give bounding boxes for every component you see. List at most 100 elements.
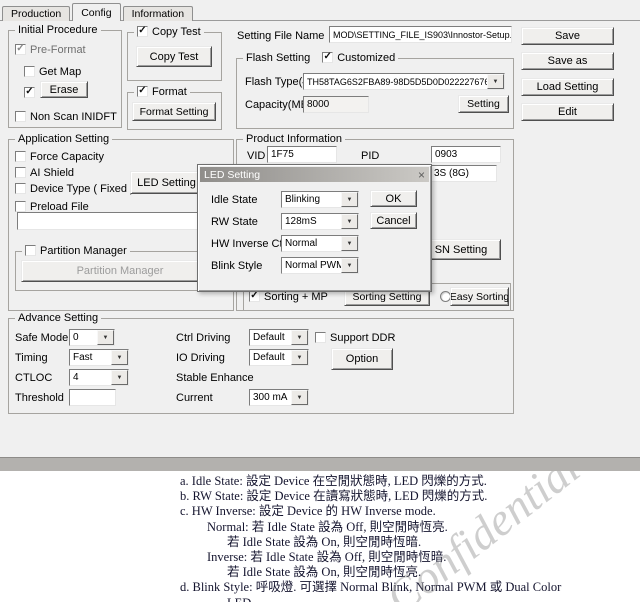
- flash-type-select[interactable]: TH58TAG6S2FBA89-98D5D5D0D022227676D5D5 ▼: [303, 73, 505, 90]
- ctrl-driving-label: Ctrl Driving: [176, 332, 231, 344]
- ctloc-select[interactable]: 4 ▼: [69, 369, 129, 386]
- chevron-down-icon[interactable]: ▼: [341, 258, 358, 273]
- check-icon: ✓: [16, 43, 25, 54]
- setting-file-name-label: Setting File Name: [237, 30, 325, 42]
- erase-button[interactable]: Erase: [40, 81, 88, 98]
- led-dialog-titlebar[interactable]: LED Setting ×: [200, 167, 429, 182]
- support-ddr-checkbox[interactable]: Support DDR: [315, 331, 395, 344]
- io-driving-value: Default: [253, 352, 285, 363]
- chevron-down-icon[interactable]: ▼: [341, 236, 358, 251]
- preload-file-field[interactable]: [17, 212, 225, 230]
- chevron-down-icon[interactable]: ▼: [487, 74, 504, 89]
- timing-value: Fast: [73, 352, 93, 363]
- rw-state-label: RW State: [211, 216, 258, 228]
- copy-test-label: Copy Test: [152, 25, 201, 38]
- partition-manager-button[interactable]: Partition Manager: [21, 260, 219, 282]
- check-icon: ✓: [138, 85, 147, 96]
- led-setting-button[interactable]: LED Setting: [130, 171, 203, 194]
- threshold-field[interactable]: [69, 389, 116, 406]
- chevron-down-icon[interactable]: ▼: [111, 350, 128, 365]
- blink-style-select[interactable]: Normal PWM ▼: [281, 257, 359, 274]
- copy-test-checkbox[interactable]: ✓ Copy Test: [137, 25, 201, 38]
- chevron-down-icon[interactable]: ▼: [97, 330, 114, 345]
- screenshot-root: Production Config Information Initial Pr…: [0, 0, 640, 602]
- checkbox-box: ✓: [249, 291, 260, 302]
- get-map-checkbox[interactable]: Get Map: [24, 65, 81, 78]
- safe-mode-select[interactable]: 0 ▼: [69, 329, 115, 346]
- option-button[interactable]: Option: [331, 348, 393, 370]
- capacity-label: Capacity(MB): [245, 99, 312, 111]
- doc-line: d. Blink Style: 呼吸燈. 可選擇 Normal Blink, N…: [180, 580, 562, 595]
- ai-shield-checkbox[interactable]: AI Shield: [15, 166, 74, 179]
- edit-button[interactable]: Edit: [521, 103, 614, 121]
- checkbox-box: [24, 66, 35, 77]
- window-bottom-band: [0, 457, 640, 471]
- safe-mode-label: Safe Mode: [15, 332, 69, 344]
- io-driving-select[interactable]: Default ▼: [249, 349, 309, 366]
- current-value: 300 mA: [253, 392, 288, 403]
- cancel-button[interactable]: Cancel: [370, 212, 417, 229]
- ok-button[interactable]: OK: [370, 190, 417, 207]
- format-setting-button[interactable]: Format Setting: [132, 102, 216, 121]
- pre-format-checkbox[interactable]: ✓ Pre-Format: [15, 43, 86, 56]
- tab-information[interactable]: Information: [122, 6, 194, 21]
- checkbox-box: ✓: [15, 44, 26, 55]
- capacity-field[interactable]: 8000: [303, 96, 369, 113]
- partition-manager-label: Partition Manager: [40, 244, 127, 257]
- ctrl-driving-select[interactable]: Default ▼: [249, 329, 309, 346]
- checkbox-box: [15, 167, 26, 178]
- timing-select[interactable]: Fast ▼: [69, 349, 129, 366]
- idle-state-value: Blinking: [285, 194, 321, 205]
- chevron-down-icon[interactable]: ▼: [111, 370, 128, 385]
- advance-setting-title: Advance Setting: [15, 312, 102, 324]
- checkbox-box: ✓: [137, 26, 148, 37]
- config-window: Production Config Information Initial Pr…: [0, 0, 640, 457]
- tab-production[interactable]: Production: [2, 6, 71, 21]
- vid-label: VID: [247, 150, 266, 162]
- instructions-document: a. Idle State: 設定 Device 在空閒狀態時, LED 閃爍的…: [0, 471, 640, 602]
- rw-state-select[interactable]: 128mS ▼: [281, 213, 359, 230]
- chevron-down-icon[interactable]: ▼: [341, 192, 358, 207]
- chevron-down-icon[interactable]: ▼: [291, 350, 308, 365]
- chevron-down-icon[interactable]: ▼: [341, 214, 358, 229]
- customized-checkbox[interactable]: ✓ Customized: [322, 51, 395, 64]
- flash-setting-button[interactable]: Setting: [458, 95, 509, 113]
- checkbox-box: [315, 332, 326, 343]
- copy-test-button[interactable]: Copy Test: [136, 46, 212, 67]
- non-scan-inidft-label: Non Scan INIDFT: [30, 110, 117, 123]
- support-ddr-label: Support DDR: [330, 331, 396, 344]
- ctloc-label: CTLOC: [15, 372, 53, 384]
- sn-setting-button[interactable]: SN Setting: [421, 239, 501, 260]
- pid-field[interactable]: 0903: [431, 146, 501, 163]
- checkbox-box: ✓: [24, 87, 35, 98]
- easy-sorting-button[interactable]: Easy Sorting: [450, 287, 509, 306]
- safe-mode-value: 0: [73, 332, 79, 343]
- device-type-checkbox[interactable]: Device Type ( Fixed ): [15, 182, 134, 195]
- partition-manager-checkbox[interactable]: Partition Manager: [25, 244, 127, 257]
- tab-config[interactable]: Config: [72, 3, 121, 21]
- force-capacity-checkbox[interactable]: Force Capacity: [15, 150, 104, 163]
- save-as-button[interactable]: Save as: [521, 52, 614, 70]
- timing-label: Timing: [15, 352, 48, 364]
- hw-inverse-select[interactable]: Normal ▼: [281, 235, 359, 252]
- setting-file-name-field[interactable]: MOD\SETTING_FILE_IS903\Innostor-Setup.in…: [329, 26, 512, 43]
- application-setting-title: Application Setting: [15, 133, 113, 145]
- doc-line: Inverse: 若 Idle State 設為 Off, 則空閒時恆暗.: [207, 550, 447, 565]
- idle-state-select[interactable]: Blinking ▼: [281, 191, 359, 208]
- current-select[interactable]: 300 mA ▼: [249, 389, 309, 406]
- chevron-down-icon[interactable]: ▼: [291, 330, 308, 345]
- vid-field[interactable]: 1F75: [267, 146, 337, 163]
- flash-type-label: Flash Type(4): [245, 76, 313, 88]
- tab-bar: Production Config Information: [2, 3, 195, 21]
- idle-state-label: Idle State: [211, 194, 258, 206]
- advance-setting-group: Advance Setting Safe Mode 0 ▼ Ctrl Drivi…: [8, 312, 514, 414]
- close-icon[interactable]: ×: [418, 169, 425, 181]
- format-checkbox[interactable]: ✓ Format: [137, 85, 187, 98]
- erase-checkbox[interactable]: ✓: [24, 86, 35, 99]
- save-button[interactable]: Save: [521, 27, 614, 45]
- io-driving-label: IO Driving: [176, 352, 225, 364]
- load-setting-button[interactable]: Load Setting: [521, 78, 614, 96]
- non-scan-inidft-checkbox[interactable]: Non Scan INIDFT: [15, 110, 117, 123]
- chevron-down-icon[interactable]: ▼: [291, 390, 308, 405]
- checkbox-box: [15, 201, 26, 212]
